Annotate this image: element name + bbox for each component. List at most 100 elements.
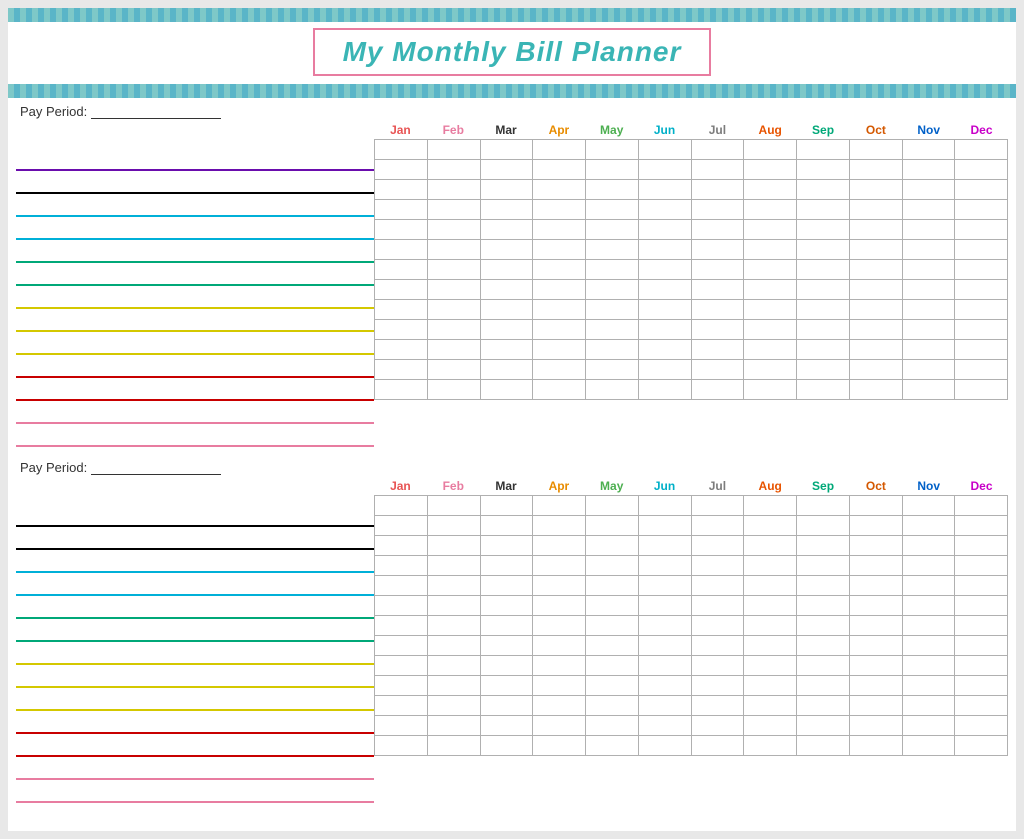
- table-cell[interactable]: [744, 180, 797, 200]
- table-cell[interactable]: [375, 320, 428, 340]
- table-cell[interactable]: [797, 280, 850, 300]
- table-cell[interactable]: [480, 260, 533, 280]
- table-cell[interactable]: [902, 676, 955, 696]
- table-cell[interactable]: [902, 360, 955, 380]
- table-cell[interactable]: [375, 260, 428, 280]
- table-cell[interactable]: [797, 180, 850, 200]
- table-cell[interactable]: [427, 536, 480, 556]
- table-cell[interactable]: [586, 280, 639, 300]
- table-cell[interactable]: [849, 320, 902, 340]
- table-cell[interactable]: [797, 656, 850, 676]
- table-cell[interactable]: [533, 300, 586, 320]
- table-cell[interactable]: [744, 300, 797, 320]
- table-cell[interactable]: [744, 596, 797, 616]
- table-cell[interactable]: [849, 280, 902, 300]
- table-cell[interactable]: [533, 696, 586, 716]
- table-cell[interactable]: [744, 516, 797, 536]
- table-cell[interactable]: [375, 676, 428, 696]
- table-cell[interactable]: [427, 260, 480, 280]
- table-cell[interactable]: [586, 180, 639, 200]
- table-cell[interactable]: [533, 616, 586, 636]
- table-cell[interactable]: [533, 576, 586, 596]
- table-cell[interactable]: [638, 736, 691, 756]
- table-cell[interactable]: [480, 656, 533, 676]
- table-cell[interactable]: [533, 516, 586, 536]
- table-cell[interactable]: [691, 300, 744, 320]
- table-cell[interactable]: [797, 556, 850, 576]
- table-cell[interactable]: [744, 676, 797, 696]
- table-cell[interactable]: [638, 716, 691, 736]
- table-cell[interactable]: [797, 536, 850, 556]
- table-cell[interactable]: [744, 556, 797, 576]
- table-cell[interactable]: [375, 200, 428, 220]
- table-cell[interactable]: [427, 300, 480, 320]
- table-cell[interactable]: [638, 140, 691, 160]
- table-cell[interactable]: [480, 596, 533, 616]
- table-cell[interactable]: [955, 140, 1008, 160]
- table-cell[interactable]: [480, 160, 533, 180]
- table-cell[interactable]: [586, 220, 639, 240]
- table-cell[interactable]: [797, 220, 850, 240]
- table-cell[interactable]: [586, 240, 639, 260]
- table-cell[interactable]: [533, 320, 586, 340]
- table-cell[interactable]: [691, 340, 744, 360]
- table-cell[interactable]: [427, 596, 480, 616]
- table-cell[interactable]: [744, 576, 797, 596]
- table-cell[interactable]: [638, 300, 691, 320]
- table-cell[interactable]: [744, 736, 797, 756]
- table-cell[interactable]: [849, 656, 902, 676]
- table-cell[interactable]: [586, 696, 639, 716]
- table-cell[interactable]: [849, 340, 902, 360]
- table-cell[interactable]: [533, 360, 586, 380]
- table-cell[interactable]: [849, 616, 902, 636]
- table-cell[interactable]: [586, 496, 639, 516]
- table-cell[interactable]: [797, 736, 850, 756]
- table-cell[interactable]: [480, 676, 533, 696]
- table-cell[interactable]: [955, 320, 1008, 340]
- table-cell[interactable]: [797, 496, 850, 516]
- table-cell[interactable]: [638, 636, 691, 656]
- table-cell[interactable]: [691, 636, 744, 656]
- table-cell[interactable]: [797, 616, 850, 636]
- table-cell[interactable]: [586, 596, 639, 616]
- table-cell[interactable]: [797, 140, 850, 160]
- table-cell[interactable]: [533, 280, 586, 300]
- table-cell[interactable]: [480, 140, 533, 160]
- table-cell[interactable]: [533, 656, 586, 676]
- table-cell[interactable]: [480, 180, 533, 200]
- table-cell[interactable]: [480, 736, 533, 756]
- table-cell[interactable]: [638, 160, 691, 180]
- table-cell[interactable]: [902, 616, 955, 636]
- table-cell[interactable]: [375, 616, 428, 636]
- table-cell[interactable]: [797, 576, 850, 596]
- table-cell[interactable]: [638, 220, 691, 240]
- table-cell[interactable]: [849, 576, 902, 596]
- table-cell[interactable]: [955, 200, 1008, 220]
- table-cell[interactable]: [955, 160, 1008, 180]
- table-cell[interactable]: [427, 160, 480, 180]
- table-cell[interactable]: [849, 556, 902, 576]
- table-cell[interactable]: [691, 736, 744, 756]
- table-cell[interactable]: [744, 656, 797, 676]
- table-cell[interactable]: [375, 220, 428, 240]
- table-cell[interactable]: [533, 180, 586, 200]
- table-cell[interactable]: [427, 516, 480, 536]
- table-cell[interactable]: [638, 576, 691, 596]
- table-cell[interactable]: [638, 180, 691, 200]
- table-cell[interactable]: [480, 220, 533, 240]
- table-cell[interactable]: [427, 200, 480, 220]
- table-cell[interactable]: [902, 380, 955, 400]
- table-cell[interactable]: [849, 736, 902, 756]
- table-cell[interactable]: [955, 716, 1008, 736]
- table-cell[interactable]: [797, 260, 850, 280]
- table-cell[interactable]: [902, 180, 955, 200]
- table-cell[interactable]: [586, 736, 639, 756]
- table-cell[interactable]: [691, 696, 744, 716]
- table-cell[interactable]: [691, 496, 744, 516]
- table-cell[interactable]: [638, 556, 691, 576]
- table-cell[interactable]: [533, 556, 586, 576]
- table-cell[interactable]: [797, 340, 850, 360]
- table-cell[interactable]: [955, 516, 1008, 536]
- table-cell[interactable]: [902, 716, 955, 736]
- table-cell[interactable]: [849, 240, 902, 260]
